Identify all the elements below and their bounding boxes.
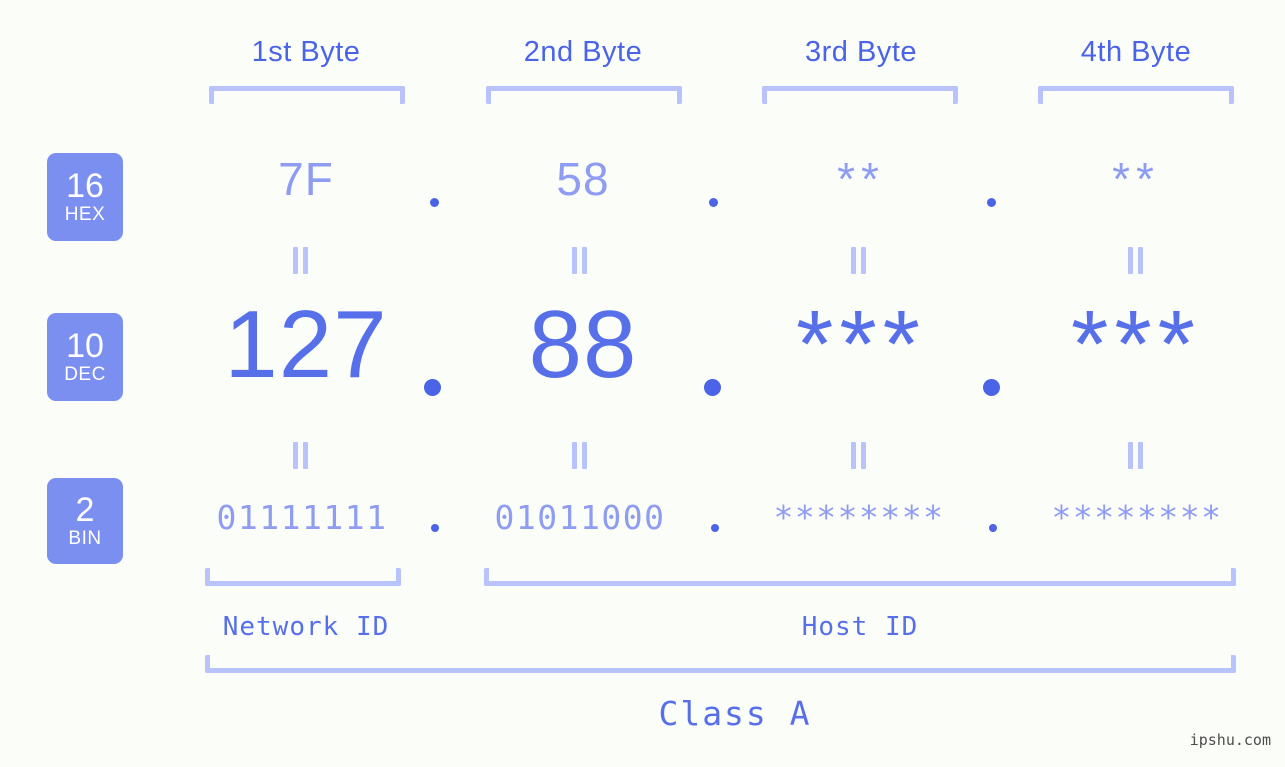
dec-byte-2: 88 [528, 291, 638, 398]
class-bracket [205, 655, 1236, 673]
byte-bracket-top-1 [209, 86, 405, 104]
bin-byte-2: 01011000 [494, 498, 666, 537]
host-id-bracket [484, 568, 1236, 586]
equivalence-mark-dec-bin-1 [293, 442, 310, 469]
base-badge-bin-number: 2 [75, 491, 95, 529]
hex-byte-2: 58 [556, 153, 610, 205]
byte-header-1: 1st Byte [251, 36, 361, 68]
dec-byte-3: *** [795, 291, 927, 398]
watermark: ipshu.com [1189, 731, 1271, 749]
equivalence-mark-dec-bin-3 [851, 442, 868, 469]
dec-dot-3 [983, 379, 1000, 396]
ip-address-breakdown-diagram: 1st Byte 2nd Byte 3rd Byte 4th Byte 16 H… [0, 0, 1285, 767]
hex-byte-1: 7F [278, 153, 334, 205]
equivalence-mark-hex-dec-3 [851, 247, 868, 274]
byte-bracket-top-3 [762, 86, 958, 104]
hex-dot-1 [430, 198, 439, 207]
host-id-label: Host ID [801, 612, 919, 642]
network-id-label: Network ID [222, 612, 390, 642]
base-badge-hex-system: HEX [64, 204, 106, 225]
dec-dot-2 [704, 379, 721, 396]
hex-byte-3: ** [837, 153, 885, 205]
bin-dot-3 [989, 524, 997, 532]
base-badge-dec: 10 DEC [47, 313, 123, 401]
class-label: Class A [658, 694, 812, 733]
network-id-bracket [205, 568, 401, 586]
dec-byte-4: *** [1070, 291, 1202, 398]
bin-byte-3: ******** [773, 498, 945, 537]
byte-header-3: 3rd Byte [805, 36, 917, 68]
base-badge-hex-number: 16 [66, 167, 104, 205]
dec-dot-1 [424, 379, 441, 396]
equivalence-mark-hex-dec-4 [1128, 247, 1145, 274]
equivalence-mark-hex-dec-1 [293, 247, 310, 274]
base-badge-dec-number: 10 [66, 327, 104, 365]
byte-bracket-top-2 [486, 86, 682, 104]
dec-byte-1: 127 [224, 291, 388, 398]
hex-dot-2 [709, 198, 718, 207]
base-badge-hex: 16 HEX [47, 153, 123, 241]
bin-byte-4: ******** [1051, 498, 1223, 537]
bin-dot-1 [431, 524, 439, 532]
byte-bracket-top-4 [1038, 86, 1234, 104]
equivalence-mark-hex-dec-2 [572, 247, 589, 274]
equivalence-mark-dec-bin-2 [572, 442, 589, 469]
equivalence-mark-dec-bin-4 [1128, 442, 1145, 469]
byte-header-2: 2nd Byte [523, 36, 643, 68]
bin-dot-2 [711, 524, 719, 532]
base-badge-bin-system: BIN [68, 528, 102, 549]
bin-byte-1: 01111111 [216, 498, 388, 537]
hex-dot-3 [987, 198, 996, 207]
base-badge-bin: 2 BIN [47, 478, 123, 564]
base-badge-dec-system: DEC [64, 364, 106, 385]
hex-byte-4: ** [1112, 153, 1160, 205]
byte-header-4: 4th Byte [1080, 36, 1192, 68]
